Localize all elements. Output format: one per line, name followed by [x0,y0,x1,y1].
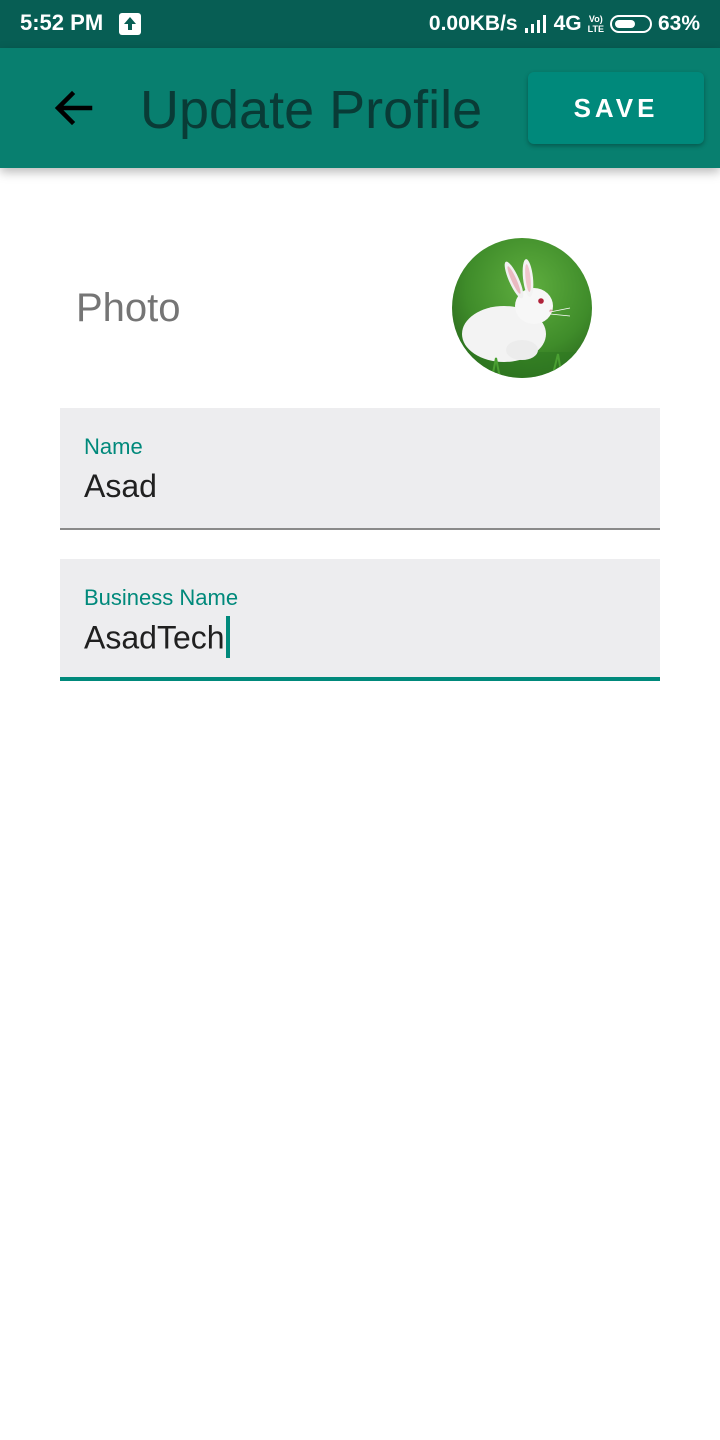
network-type: 4G [553,12,582,35]
volte-bottom: LTE [587,24,604,34]
battery-icon [609,15,652,33]
battery-percent: 63% [657,12,700,35]
back-button[interactable] [46,78,102,138]
status-time: 5:52 PM [20,10,104,35]
upload-arrow-icon [119,13,141,35]
name-field[interactable]: Name Asad [60,408,660,530]
battery-fill [614,20,635,28]
network-speed: 0.00KB/s [428,12,518,35]
page-title: Update Profile [140,80,483,140]
name-input-value[interactable]: Asad [84,468,157,505]
business-name-label: Business Name [84,585,239,610]
volte-badge: Vo) LTE [588,14,604,34]
profile-photo-avatar[interactable] [452,238,592,378]
rabbit-photo [452,238,592,378]
name-label: Name [84,434,143,459]
business-name-field[interactable]: Business Name AsadTech [60,559,660,681]
business-name-input[interactable]: AsadTech [84,616,230,661]
photo-label: Photo [76,286,181,330]
save-button[interactable]: SAVE [528,72,704,144]
status-indicators: 0.00KB/s 4G Vo) LTE 63% [423,10,700,38]
arrow-back-icon [54,90,93,126]
business-name-value: AsadTech [84,619,225,656]
volte-top: Vo) [588,14,603,24]
signal-bars-icon [524,15,546,33]
app-bar: Update Profile SAVE [0,48,720,168]
text-cursor [225,616,230,658]
status-bar: 5:52 PM 0.00KB/s 4G Vo) LTE 63% [0,0,720,48]
